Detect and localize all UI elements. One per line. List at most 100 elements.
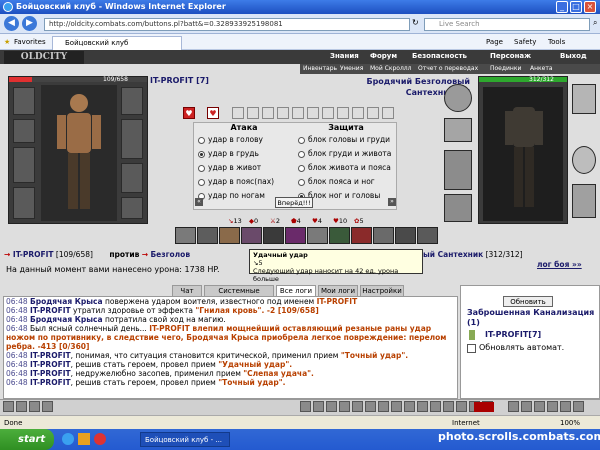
tab-settings[interactable]: Настройки [360, 285, 404, 296]
menu-exit[interactable]: Выход [560, 52, 587, 60]
toolbar-icon[interactable] [404, 401, 415, 412]
back-icon[interactable]: ◀ [4, 16, 19, 31]
skill-button[interactable] [241, 227, 262, 244]
helmet-slot[interactable] [13, 87, 35, 115]
defense-option[interactable]: блок головы и груди [298, 135, 390, 144]
toolbar-icon[interactable] [339, 401, 350, 412]
weapon-slot[interactable] [121, 119, 143, 159]
attack-option[interactable]: удар в живот [198, 163, 261, 172]
toolbar-icon[interactable] [534, 401, 545, 412]
skill-button[interactable] [219, 227, 240, 244]
empty-slot-icon[interactable] [277, 107, 289, 119]
toolbar-icon[interactable] [521, 401, 532, 412]
attack-radio[interactable] [198, 164, 205, 172]
favorites-button[interactable]: Favorites [14, 34, 46, 50]
empty-slot-icon[interactable] [247, 107, 259, 119]
skill-button[interactable] [329, 227, 350, 244]
chat-tool-icon[interactable] [3, 401, 14, 412]
defense-radio[interactable] [298, 178, 305, 186]
defense-option[interactable]: блок груди и живота [298, 149, 391, 158]
empty-slot-icon[interactable] [262, 107, 274, 119]
tab-my-logs[interactable]: Мои логи [318, 285, 358, 296]
maximize-button[interactable]: □ [570, 1, 582, 13]
armor-slot[interactable] [13, 147, 35, 183]
toolbar-icon[interactable] [443, 401, 454, 412]
search-input[interactable]: Live Search [424, 18, 590, 31]
menu-forum[interactable]: Форум [370, 52, 397, 60]
minimize-button[interactable]: _ [556, 1, 568, 13]
empty-slot-icon[interactable] [232, 107, 244, 119]
menu-knowledge[interactable]: Знания [330, 52, 359, 60]
toolbar-icon[interactable] [300, 401, 311, 412]
opera-quicklaunch-icon[interactable] [94, 433, 106, 445]
toolbar-icon[interactable] [430, 401, 441, 412]
attack-radio[interactable] [198, 150, 205, 158]
search-icon[interactable]: ⌕ [593, 18, 597, 28]
fight-log-link[interactable]: лог боя »» [537, 260, 582, 269]
tools-menu[interactable]: Tools [548, 34, 565, 50]
toolbar-icon[interactable] [378, 401, 389, 412]
vs-enemy[interactable]: Безголов [150, 250, 190, 259]
skill-button[interactable] [417, 227, 438, 244]
belt-slot[interactable] [13, 187, 35, 219]
submenu-inventory[interactable]: Инвентарь [303, 64, 337, 74]
tab-system[interactable]: Системные сообщения [204, 285, 274, 306]
toolbar-icon[interactable] [313, 401, 324, 412]
submenu-scroll[interactable]: Мой Скроллл [370, 64, 411, 74]
location-user[interactable]: IT-PROFIT[7] [485, 330, 541, 339]
submenu-fights[interactable]: Поединки [490, 64, 521, 74]
skill-button[interactable] [263, 227, 284, 244]
defense-radio[interactable] [298, 136, 305, 144]
empty-slot-icon[interactable] [322, 107, 334, 119]
folder-quicklaunch-icon[interactable] [78, 433, 90, 445]
toolbar-icon[interactable] [456, 401, 467, 412]
empty-slot-icon[interactable] [337, 107, 349, 119]
ie-quicklaunch-icon[interactable] [62, 433, 74, 445]
defense-option[interactable]: блок живота и пояса [298, 163, 391, 172]
forward-icon[interactable]: ▶ [22, 16, 37, 31]
skill-button[interactable] [373, 227, 394, 244]
chat-tool-icon[interactable] [16, 401, 27, 412]
skill-button[interactable] [197, 227, 218, 244]
toolbar-icon[interactable] [417, 401, 428, 412]
player-name[interactable]: IT-PROFIT [7] [150, 76, 209, 85]
vs-player[interactable]: IT-PROFIT [13, 250, 54, 259]
attack-option[interactable]: удар в грудь [198, 149, 259, 158]
heart-outline-icon[interactable]: ♥ [207, 107, 219, 119]
forward-button[interactable]: Вперёд!!! [275, 197, 313, 208]
defense-option[interactable]: блок пояса и ног [298, 177, 375, 186]
browser-tab[interactable]: Бойцовский клуб [52, 36, 182, 50]
taskbar-window-button[interactable]: Бойцовский клуб - ... [140, 432, 230, 447]
toolbar-icon[interactable] [391, 401, 402, 412]
toolbar-icon[interactable] [326, 401, 337, 412]
empty-slot-icon[interactable] [352, 107, 364, 119]
attack-radio[interactable] [198, 178, 205, 186]
auto-refresh-checkbox[interactable] [467, 344, 476, 353]
skill-button[interactable] [395, 227, 416, 244]
attack-option[interactable]: удар в голову [198, 135, 263, 144]
submenu-skills[interactable]: Умения [340, 64, 363, 74]
boots-slot[interactable] [121, 197, 143, 219]
refresh-button[interactable]: Обновить [503, 296, 553, 307]
arrow-left-icon[interactable]: « [195, 198, 203, 206]
gloves-slot[interactable] [121, 163, 143, 193]
start-button[interactable]: start [0, 429, 54, 450]
safety-menu[interactable]: Safety [514, 34, 536, 50]
close-button[interactable]: × [584, 1, 596, 13]
page-menu[interactable]: Page [486, 34, 503, 50]
heart-icon[interactable]: ♥ [183, 107, 195, 119]
skill-button[interactable] [351, 227, 372, 244]
chat-tool-icon[interactable] [29, 401, 40, 412]
menu-security[interactable]: Безопасность [412, 52, 467, 60]
empty-slot-icon[interactable] [382, 107, 394, 119]
arrow-right-icon[interactable]: » [388, 198, 396, 206]
tab-all-logs[interactable]: Все логи [276, 285, 316, 296]
ring-slot[interactable] [121, 87, 143, 115]
toolbar-icon[interactable] [547, 401, 558, 412]
submenu-transfers[interactable]: Отчет о переводах [418, 64, 478, 74]
empty-slot-icon[interactable] [367, 107, 379, 119]
attack-option[interactable]: удар в пояс(пах) [198, 177, 274, 186]
submenu-profile[interactable]: Анкета [530, 64, 553, 74]
empty-slot-icon[interactable] [307, 107, 319, 119]
skill-button[interactable] [285, 227, 306, 244]
